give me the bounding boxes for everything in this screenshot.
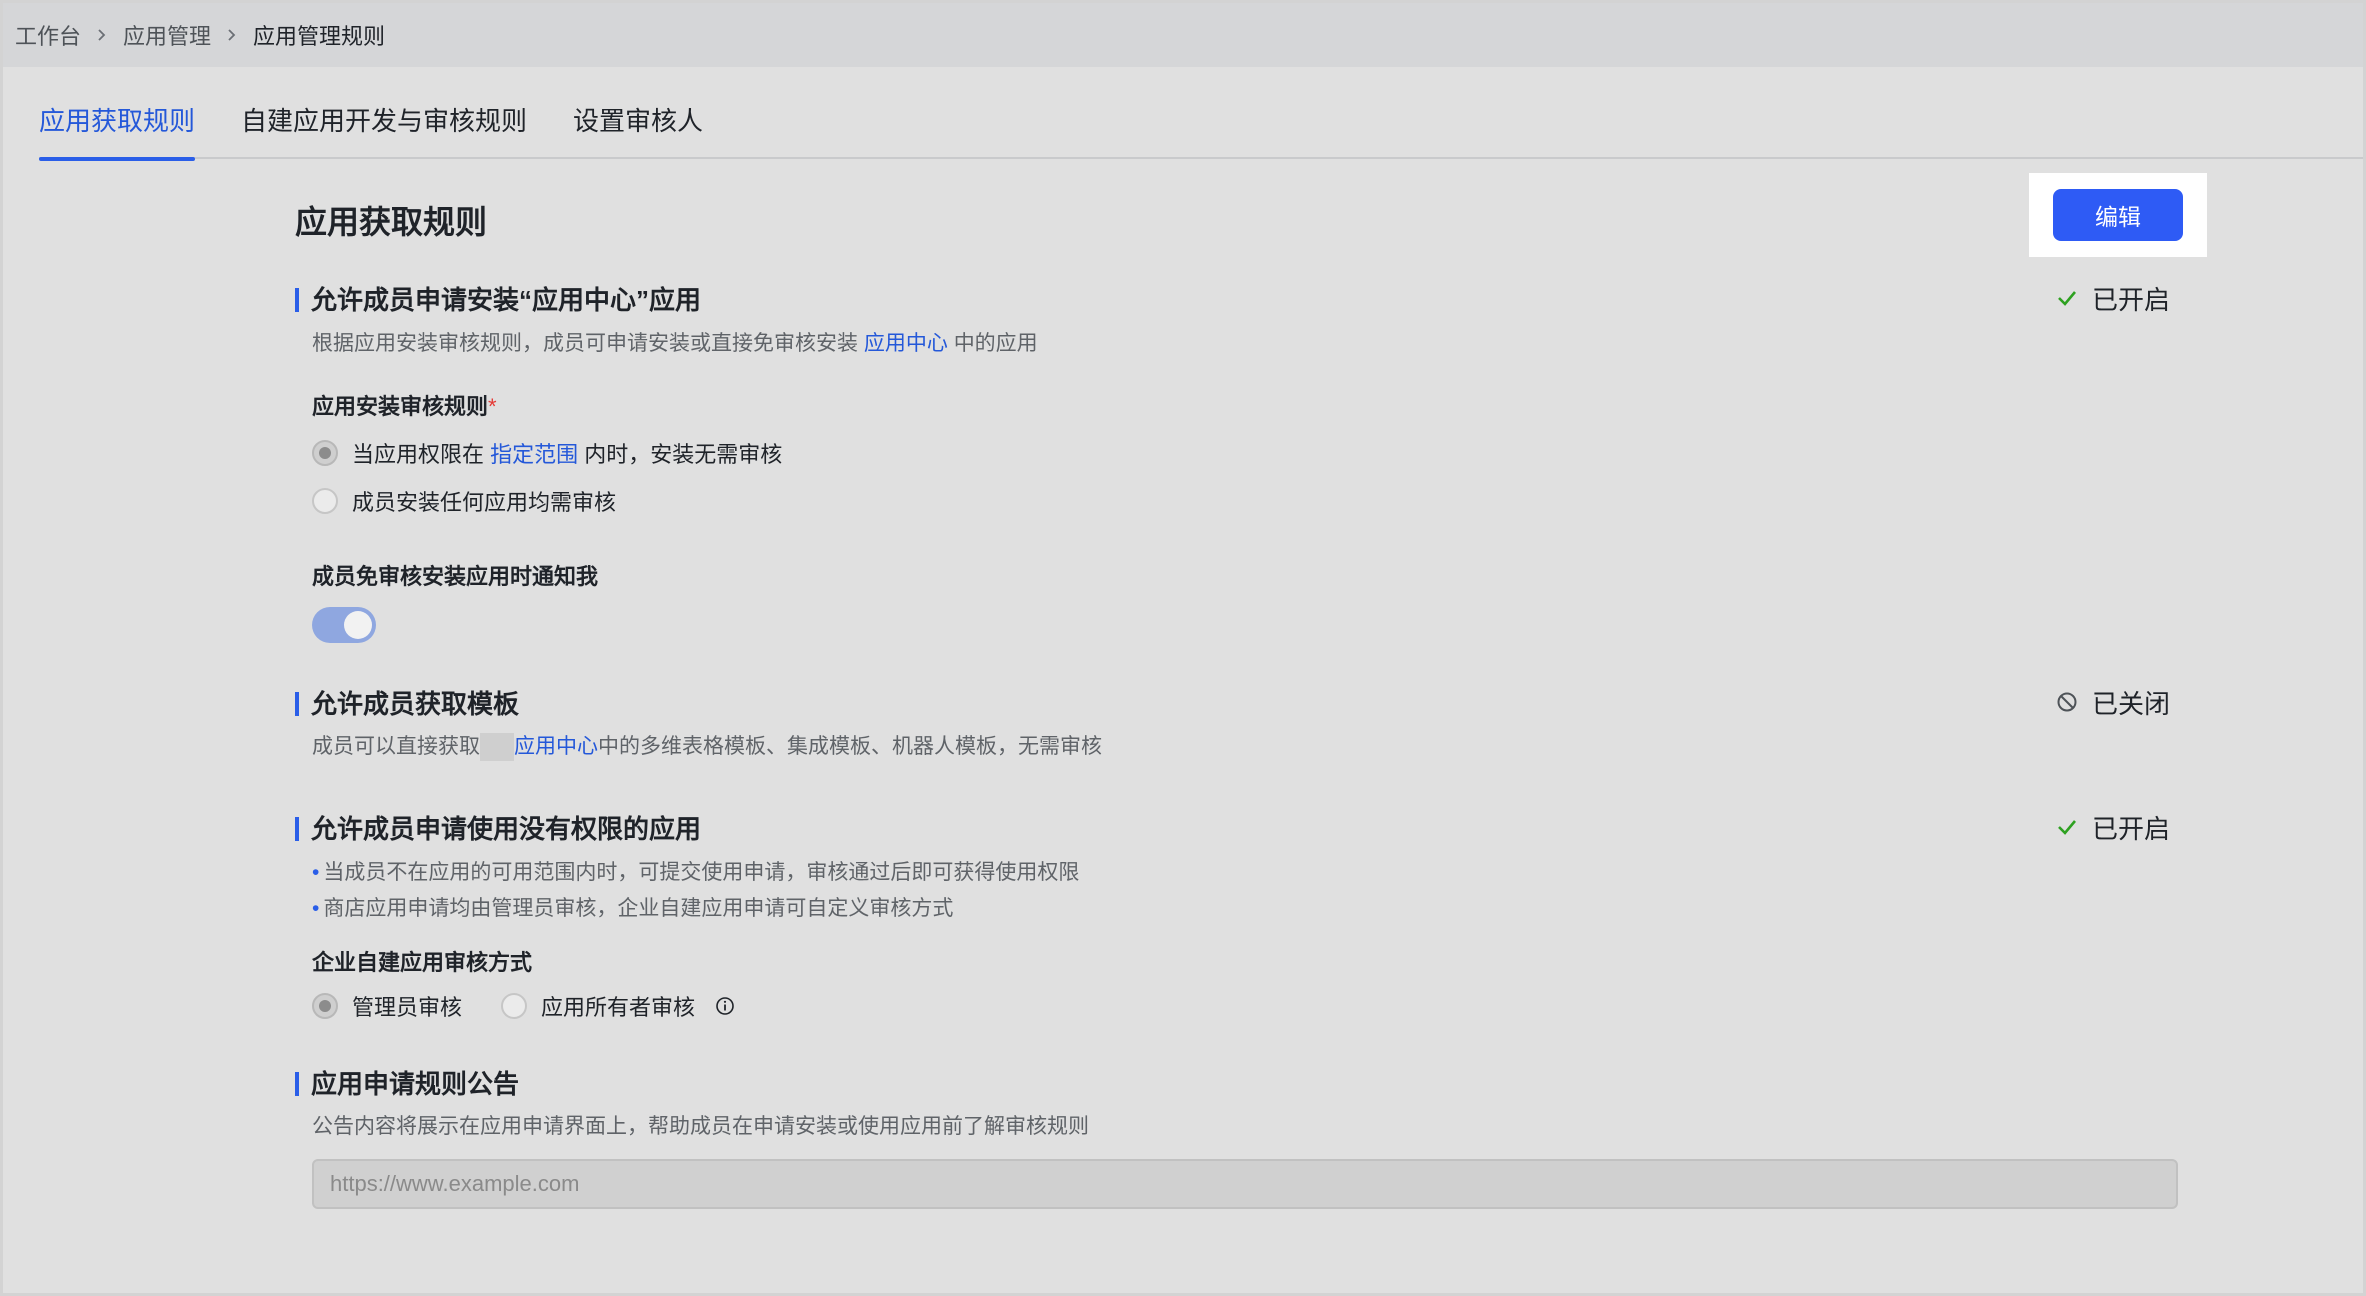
page-title: 应用获取规则 — [295, 204, 488, 240]
bullet-text: 商店应用申请均由管理员审核，企业自建应用申请可自定义审核方式 — [323, 897, 954, 920]
section-install-apps-title: 允许成员申请安装“应用中心”应用 — [295, 285, 701, 315]
tab-app-acquisition-rules[interactable]: 应用获取规则 — [39, 99, 196, 161]
radio-circle[interactable] — [501, 993, 527, 1019]
radio-text: 当应用权限在 — [352, 442, 485, 467]
toggle-knob — [344, 611, 372, 639]
tab-custom-app-rules[interactable]: 自建应用开发与审核规则 — [241, 99, 527, 159]
app-center-link[interactable]: 应用中心 — [514, 735, 598, 758]
bullet-item: • 商店应用申请均由管理员审核，企业自建应用申请可自定义审核方式 — [312, 894, 953, 924]
breadcrumb-item-workbench[interactable]: 工作台 — [15, 19, 81, 51]
section-templates-desc: 成员可以直接获取 应用中心中的多维表格模板、集成模板、机器人模板，无需审核 — [312, 732, 1102, 762]
info-circle-icon[interactable] — [715, 996, 735, 1016]
radio-always-review[interactable]: 成员安装任何应用均需审核 — [312, 485, 616, 517]
edit-button-highlight: 编辑 — [2029, 173, 2207, 257]
section-install-apps-desc: 根据应用安装审核规则，成员可申请安装或直接免审核安装 应用中心 中的应用 — [312, 329, 1038, 359]
section-announcement-desc: 公告内容将展示在应用申请界面上，帮助成员在申请安装或使用应用前了解审核规则 — [312, 1115, 1089, 1138]
radio-owner-review[interactable]: 应用所有者审核 — [501, 990, 735, 1022]
section-unauthorized-apps-title: 允许成员申请使用没有权限的应用 — [295, 814, 701, 844]
app-frame: 工作台 应用管理 应用管理规则 应用获取规则 自建应用开发与审核规则 设置审核人… — [0, 0, 2366, 1296]
section-templates-title: 允许成员获取模板 — [295, 689, 519, 719]
chevron-right-icon — [95, 28, 109, 42]
section-unauthorized-apps-status: 已开启 — [2056, 814, 2170, 844]
radio-circle[interactable] — [312, 440, 338, 466]
app-center-link[interactable]: 应用中心 — [864, 332, 948, 355]
breadcrumb: 工作台 应用管理 应用管理规则 — [3, 3, 2363, 67]
section-announcement-title: 应用申请规则公告 — [295, 1069, 519, 1099]
tab-set-reviewer[interactable]: 设置审核人 — [573, 99, 703, 159]
edit-button[interactable]: 编辑 — [2053, 189, 2183, 241]
section-templates-status: 已关闭 — [2056, 689, 2170, 719]
desc-text: 成员可以直接获取 — [312, 735, 480, 758]
status-label: 已开启 — [2091, 814, 2170, 844]
label-text: 应用安装审核规则 — [312, 394, 489, 419]
required-mark: * — [488, 394, 497, 419]
bullet-dot: • — [312, 861, 320, 884]
breadcrumb-item-current: 应用管理规则 — [253, 24, 386, 49]
notify-toggle[interactable] — [312, 607, 376, 643]
desc-text: 中的应用 — [953, 332, 1038, 355]
radio-text: 内时，安装无需审核 — [584, 442, 783, 467]
status-label: 已关闭 — [2091, 689, 2170, 719]
specified-scope-link[interactable]: 指定范围 — [490, 442, 578, 467]
ban-icon — [2056, 689, 2078, 719]
radio-specified-scope[interactable]: 当应用权限在 指定范围 内时，安装无需审核 — [312, 437, 782, 469]
bullet-dot: • — [312, 897, 320, 920]
radio-circle[interactable] — [312, 488, 338, 514]
check-icon — [2056, 285, 2078, 315]
breadcrumb-item-app-management[interactable]: 应用管理 — [123, 19, 211, 51]
desc-text: 根据应用安装审核规则，成员可申请安装或直接免审核安装 — [312, 332, 858, 355]
radio-admin-review[interactable]: 管理员审核 — [312, 990, 462, 1022]
install-rule-label: 应用安装审核规则* — [312, 389, 497, 421]
radio-text: 应用所有者审核 — [541, 995, 696, 1020]
section-install-apps-status: 已开启 — [2056, 285, 2170, 315]
bullet-item: • 当成员不在应用的可用范围内时，可提交使用申请，审核通过后即可获得使用权限 — [312, 858, 1079, 888]
check-icon — [2056, 814, 2078, 844]
radio-text: 成员安装任何应用均需审核 — [352, 490, 617, 515]
bullet-text: 当成员不在应用的可用范围内时，可提交使用申请，审核通过后即可获得使用权限 — [323, 861, 1080, 884]
tab-bar: 应用获取规则 自建应用开发与审核规则 设置审核人 — [39, 99, 2363, 161]
desc-text: 中的多维表格模板、集成模板、机器人模板，无需审核 — [598, 735, 1102, 758]
announcement-url-input[interactable] — [312, 1159, 2178, 1209]
status-label: 已开启 — [2091, 285, 2170, 315]
radio-text: 管理员审核 — [352, 995, 463, 1020]
review-method-label: 企业自建应用审核方式 — [312, 950, 533, 975]
radio-circle[interactable] — [312, 993, 338, 1019]
chevron-right-icon — [225, 28, 239, 42]
redacted-block — [480, 733, 514, 762]
notify-label: 成员免审核安装应用时通知我 — [312, 564, 599, 589]
